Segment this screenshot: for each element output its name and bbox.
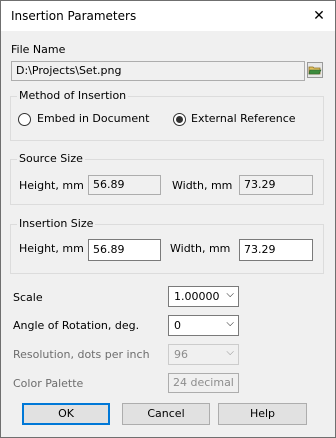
insertion-height-label: Height, mm — [19, 242, 84, 255]
ok-button[interactable]: OK — [22, 403, 110, 425]
cancel-button[interactable]: Cancel — [122, 403, 210, 425]
color-palette-label: Color Palette — [13, 377, 84, 390]
scale-dropdown[interactable]: 1.00000 ⌵ — [168, 286, 239, 307]
rotation-dropdown[interactable]: 0 ⌵ — [168, 315, 239, 336]
help-button[interactable]: Help — [218, 403, 307, 425]
resolution-value: 96 — [174, 348, 188, 361]
radio-selected-dot — [176, 116, 183, 123]
dialog-window: Insertion Parameters ✕ File Name D:\Proj… — [0, 0, 336, 438]
insertion-width-label: Width, mm — [170, 242, 231, 255]
insertion-width-input[interactable]: 73.29 — [239, 239, 313, 261]
scale-value: 1.00000 — [174, 290, 220, 303]
resolution-label: Resolution, dots per inch — [13, 348, 150, 361]
source-height-label: Height, mm — [19, 179, 84, 192]
rotation-value: 0 — [174, 319, 181, 332]
scale-label: Scale — [13, 291, 43, 304]
folder-open-icon[interactable] — [307, 62, 323, 78]
chevron-down-icon: ⌵ — [226, 347, 234, 358]
external-reference-radio[interactable] — [173, 113, 186, 126]
source-size-title: Source Size — [17, 152, 85, 165]
insertion-size-title: Insertion Size — [17, 217, 96, 230]
close-button[interactable]: ✕ — [303, 1, 335, 31]
source-width-field: 73.29 — [239, 175, 313, 195]
dialog-title: Insertion Parameters — [11, 9, 137, 23]
title-bar: Insertion Parameters ✕ — [1, 1, 335, 31]
external-reference-label[interactable]: External Reference — [191, 112, 296, 125]
source-width-label: Width, mm — [172, 179, 233, 192]
insertion-height-input[interactable]: 56.89 — [88, 239, 161, 261]
embed-radio-label[interactable]: Embed in Document — [37, 112, 149, 125]
file-name-label: File Name — [11, 43, 66, 56]
method-group-title: Method of Insertion — [17, 89, 129, 102]
color-palette-field: 24 decimal pl — [168, 373, 239, 393]
file-name-field[interactable]: D:\Projects\Set.png — [11, 61, 305, 81]
chevron-down-icon: ⌵ — [226, 289, 234, 300]
embed-radio[interactable] — [18, 113, 31, 126]
rotation-label: Angle of Rotation, deg. — [13, 319, 140, 332]
chevron-down-icon: ⌵ — [226, 318, 234, 329]
source-height-field: 56.89 — [88, 175, 161, 195]
resolution-dropdown: 96 ⌵ — [168, 344, 239, 365]
